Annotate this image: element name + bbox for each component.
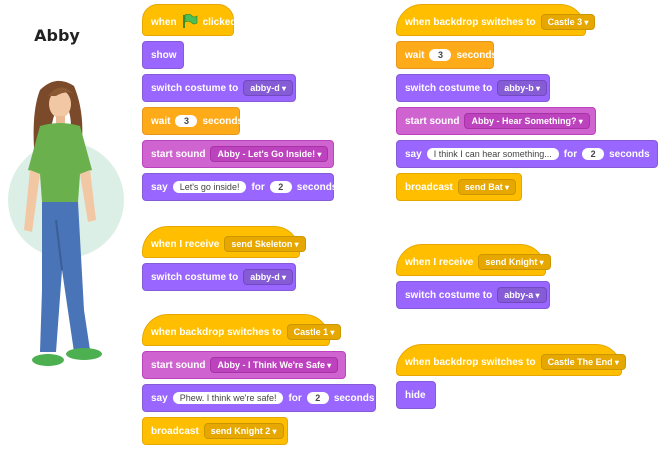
show-label: show xyxy=(151,49,177,61)
message-dropdown[interactable]: send Skeleton xyxy=(224,236,306,252)
say-text-input[interactable]: Phew. I think we're safe! xyxy=(172,392,284,404)
block-label: when backdrop switches to xyxy=(405,16,536,28)
script-receive-skeleton: when I receive send Skeleton switch cost… xyxy=(142,226,306,296)
broadcast-dropdown[interactable]: send Bat xyxy=(457,179,517,195)
block-label: broadcast xyxy=(405,181,453,193)
switch-costume-block[interactable]: switch costume to abby-d xyxy=(142,263,296,291)
switch-costume-block[interactable]: switch costume to abby-d xyxy=(142,74,296,102)
hide-label: hide xyxy=(405,389,426,401)
wait-seconds-input[interactable]: 3 xyxy=(429,49,452,61)
sound-dropdown[interactable]: Abby - Let's Go Inside! xyxy=(210,146,329,162)
block-label: seconds xyxy=(202,115,244,127)
block-label: start sound xyxy=(151,359,206,371)
script-backdrop-castle-the-end: when backdrop switches to Castle The End… xyxy=(396,344,626,414)
backdrop-dropdown[interactable]: Castle 1 xyxy=(286,324,342,340)
when-i-receive-block[interactable]: when I receive send Skeleton xyxy=(142,226,306,258)
show-block[interactable]: show xyxy=(142,41,184,69)
block-label: say xyxy=(151,392,168,404)
costume-dropdown[interactable]: abby-d xyxy=(243,269,294,285)
when-i-receive-block[interactable]: when I receive send Knight xyxy=(396,244,551,276)
switch-costume-block[interactable]: switch costume to abby-a xyxy=(396,281,550,309)
switch-costume-block[interactable]: switch costume to abby-b xyxy=(396,74,550,102)
green-flag-icon xyxy=(182,13,198,31)
wait-seconds-input[interactable]: 3 xyxy=(175,115,198,127)
block-label: when backdrop switches to xyxy=(151,326,282,338)
block-label: switch costume to xyxy=(405,82,493,94)
block-label: seconds xyxy=(609,148,650,160)
script-receive-knight: when I receive send Knight switch costum… xyxy=(396,244,551,314)
block-label: say xyxy=(151,181,168,193)
when-backdrop-switches-block[interactable]: when backdrop switches to Castle The End xyxy=(396,344,626,376)
say-for-secs-block[interactable]: say Phew. I think we're safe! for 2 seco… xyxy=(142,384,376,412)
block-label: seconds xyxy=(333,392,375,404)
script-backdrop-castle-1: when backdrop switches to Castle 1 start… xyxy=(142,314,376,450)
costume-dropdown[interactable]: abby-a xyxy=(497,287,547,303)
block-label: when I receive xyxy=(151,238,220,250)
broadcast-dropdown[interactable]: send Knight 2 xyxy=(203,423,284,439)
block-label: when I receive xyxy=(405,256,474,268)
when-backdrop-switches-block[interactable]: when backdrop switches to Castle 3 xyxy=(396,4,596,36)
message-dropdown[interactable]: send Knight xyxy=(478,254,551,270)
broadcast-block[interactable]: broadcast send Knight 2 xyxy=(142,417,288,445)
block-label: start sound xyxy=(405,115,460,127)
backdrop-dropdown[interactable]: Castle 3 xyxy=(540,14,596,30)
sprite-name: Abby xyxy=(34,26,80,45)
say-for-secs-block[interactable]: say Let's go inside! for 2 seconds xyxy=(142,173,337,201)
block-label: for xyxy=(251,181,265,193)
block-label: seconds xyxy=(296,181,338,193)
block-label: broadcast xyxy=(151,425,199,437)
block-label: say xyxy=(405,148,422,160)
say-seconds-input[interactable]: 2 xyxy=(582,148,605,160)
block-label: start sound xyxy=(151,148,206,160)
start-sound-block[interactable]: start sound Abby - I Think We're Safe xyxy=(142,351,346,379)
broadcast-block[interactable]: broadcast send Bat xyxy=(396,173,522,201)
say-text-input[interactable]: Let's go inside! xyxy=(172,181,247,193)
when-backdrop-switches-block[interactable]: when backdrop switches to Castle 1 xyxy=(142,314,342,346)
wait-block[interactable]: wait 3 seconds xyxy=(142,107,244,135)
block-label: wait xyxy=(405,49,425,61)
say-text-input[interactable]: I think I can hear something... xyxy=(426,148,559,160)
costume-dropdown[interactable]: abby-d xyxy=(243,80,294,96)
backdrop-dropdown[interactable]: Castle The End xyxy=(540,354,626,370)
when-flag-clicked-block[interactable]: when clicked xyxy=(142,4,237,36)
block-label: for xyxy=(288,392,302,404)
block-label: switch costume to xyxy=(151,82,239,94)
sound-dropdown[interactable]: Abby - Hear Something? xyxy=(464,113,590,129)
hat-label-2: clicked xyxy=(202,16,237,28)
say-seconds-input[interactable]: 2 xyxy=(269,181,292,193)
block-label: seconds xyxy=(456,49,498,61)
say-for-secs-block[interactable]: say I think I can hear something... for … xyxy=(396,140,658,168)
start-sound-block[interactable]: start sound Abby - Hear Something? xyxy=(396,107,596,135)
wait-block[interactable]: wait 3 seconds xyxy=(396,41,498,69)
start-sound-block[interactable]: start sound Abby - Let's Go Inside! xyxy=(142,140,334,168)
script-green-flag: when clicked show switch costume to abby… xyxy=(142,4,337,206)
say-seconds-input[interactable]: 2 xyxy=(306,392,329,404)
block-label: switch costume to xyxy=(405,289,493,301)
hat-label: when xyxy=(151,16,177,28)
block-label: wait xyxy=(151,115,171,127)
script-backdrop-castle-3: when backdrop switches to Castle 3 wait … xyxy=(396,4,658,206)
sound-dropdown[interactable]: Abby - I Think We're Safe xyxy=(210,357,339,373)
block-label: when backdrop switches to xyxy=(405,356,536,368)
block-label: for xyxy=(563,148,578,160)
sprite-character-image xyxy=(4,70,124,385)
hide-block[interactable]: hide xyxy=(396,381,436,409)
costume-dropdown[interactable]: abby-b xyxy=(497,80,548,96)
block-label: switch costume to xyxy=(151,271,239,283)
